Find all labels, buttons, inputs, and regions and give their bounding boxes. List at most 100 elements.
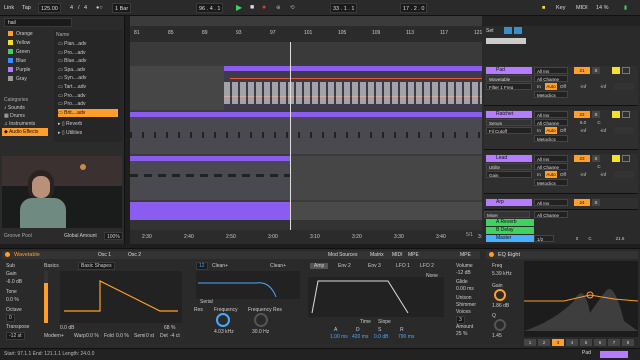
tempo-field[interactable]: 125.00: [38, 3, 61, 13]
browser-file-item[interactable]: ▭ Brit....adv: [58, 108, 118, 117]
monitor-off-button[interactable]: Off: [558, 127, 568, 134]
category-audio-effects[interactable]: ◆ Audio Effects: [2, 128, 48, 136]
decay-value[interactable]: 420 ms: [352, 334, 368, 340]
lfo1-tab[interactable]: LFO 1: [396, 263, 410, 269]
frequency-value[interactable]: 4.03 kHz: [214, 329, 234, 335]
eq-band-button[interactable]: 7: [608, 339, 620, 346]
arm-button[interactable]: [612, 155, 620, 162]
arm-button[interactable]: [612, 111, 620, 118]
solo-button[interactable]: S: [592, 199, 600, 206]
overdub-icon[interactable]: ⊕: [276, 3, 281, 13]
eq-band-button[interactable]: 3: [552, 339, 564, 346]
input-type-select[interactable]: All Ins: [534, 111, 568, 118]
lfo2-tab[interactable]: LFO 2: [420, 263, 434, 269]
record-arm-icon[interactable]: [622, 155, 630, 162]
input-channel-select[interactable]: All Channe: [534, 211, 568, 218]
fader-meter[interactable]: [614, 171, 634, 178]
glide-value[interactable]: 0.00 ms: [456, 286, 474, 292]
pan-value[interactable]: 5.0: [574, 119, 592, 126]
frequency-res-knob[interactable]: [254, 313, 268, 327]
link-button[interactable]: Link: [4, 3, 14, 13]
folder-reverb[interactable]: ▸ ▯ Reverb: [58, 120, 82, 128]
browser-file-item[interactable]: ▭ Pro....adv: [58, 49, 86, 57]
osc1-tab[interactable]: Osc 1: [98, 251, 111, 259]
category-instruments[interactable]: ♫ Instruments: [4, 120, 35, 128]
semi-value[interactable]: 0 st: [146, 333, 154, 339]
browser-search-input[interactable]: hail: [4, 18, 72, 27]
monitor-off-button[interactable]: Off: [558, 171, 568, 178]
output-select[interactable]: Metoclics: [534, 91, 568, 98]
eq-band-button[interactable]: 1: [524, 339, 536, 346]
color-item-gray[interactable]: Gray: [8, 75, 27, 83]
param-select[interactable]: Gain: [486, 171, 532, 178]
metronome-icon[interactable]: ●○: [96, 3, 103, 13]
loop-length-field[interactable]: 17 . 2 . 0: [400, 3, 428, 13]
osc-gain-value[interactable]: 0.0 dB: [60, 325, 74, 331]
filter1-type[interactable]: Clean+: [212, 263, 228, 269]
groove-pool-label[interactable]: Groove Pool: [4, 232, 32, 240]
filter1-number[interactable]: 12: [196, 262, 208, 270]
monitor-auto-button[interactable]: Auto: [545, 127, 557, 134]
track-activator[interactable]: 22: [574, 111, 590, 118]
position-field[interactable]: 96 . 4 . 1: [196, 3, 224, 13]
osc-position-slider[interactable]: [44, 271, 48, 323]
arrangement-view-icon[interactable]: [504, 27, 512, 34]
tap-button[interactable]: Tap: [22, 3, 31, 13]
fader-meter[interactable]: [614, 127, 634, 134]
device-power-icon[interactable]: [5, 252, 10, 257]
volume-value[interactable]: -inf: [574, 171, 592, 178]
monitor-in-button[interactable]: In: [534, 171, 544, 178]
fx-mode-select[interactable]: Modern+: [44, 333, 64, 339]
transpose-value[interactable]: -12 st: [6, 332, 25, 340]
monitor-auto-button[interactable]: Auto: [545, 171, 557, 178]
midi-tab[interactable]: MIDI: [392, 251, 403, 259]
category-sounds[interactable]: ♪ Sounds: [4, 104, 25, 112]
input-type-select[interactable]: All Ins: [534, 67, 568, 74]
fader-meter[interactable]: [614, 83, 634, 90]
eq-spectrum-display[interactable]: [524, 261, 639, 337]
master-output-select[interactable]: 1/2: [534, 235, 554, 242]
loop-start-field[interactable]: 33 . 1 . 1: [330, 3, 358, 13]
param-select[interactable]: Fil Cutoff: [486, 127, 532, 134]
volume-value[interactable]: -12 dB: [456, 270, 471, 276]
color-item-orange[interactable]: Orange: [8, 30, 33, 38]
arm-button[interactable]: [612, 67, 620, 74]
key-map-icon[interactable]: ■: [542, 3, 545, 13]
master-value[interactable]: 0: [572, 235, 582, 242]
browser-file-item[interactable]: ▭ Pian...adv: [58, 40, 86, 48]
attack-value[interactable]: 1.00 ms: [330, 334, 348, 340]
envelope-display[interactable]: [308, 277, 444, 317]
sig-den[interactable]: 4: [84, 3, 87, 13]
stop-icon[interactable]: ■: [250, 3, 254, 13]
monitor-in-button[interactable]: In: [534, 83, 544, 90]
filter-response-display[interactable]: [196, 271, 300, 299]
track-name-button[interactable]: Lead: [486, 155, 532, 162]
eq-band-button[interactable]: 4: [566, 339, 578, 346]
track-name-button[interactable]: Pad: [486, 67, 532, 74]
output-select[interactable]: Metoclics: [534, 135, 568, 142]
eq-band-button[interactable]: 6: [594, 339, 606, 346]
track-activator[interactable]: 24: [574, 199, 590, 206]
solo-button[interactable]: S: [592, 111, 600, 118]
return-track-a[interactable]: A Reverb: [486, 219, 534, 226]
wavetable-title[interactable]: Wavetable: [14, 251, 40, 259]
frequency-res-value[interactable]: 30.0 Hz: [252, 329, 269, 335]
track-activator[interactable]: 23: [574, 155, 590, 162]
device-select[interactable]: Utility: [486, 163, 532, 170]
key-map-button[interactable]: Key: [556, 3, 565, 13]
arp-clip[interactable]: [130, 202, 290, 220]
color-item-blue[interactable]: Blue: [8, 57, 26, 65]
eq-band-button[interactable]: 8: [622, 339, 634, 346]
loop-icon[interactable]: ⟲: [290, 3, 295, 13]
det-value[interactable]: -4 ct: [170, 333, 180, 339]
input-channel-select[interactable]: All Channe: [534, 163, 568, 170]
eq-band-button[interactable]: 2: [538, 339, 550, 346]
eq-title[interactable]: EQ Eight: [498, 251, 520, 259]
matrix-tab[interactable]: Matrix: [370, 251, 384, 259]
device-select[interactable]: Serum: [486, 119, 532, 126]
input-channel-select[interactable]: All Channe: [534, 119, 568, 126]
device-select[interactable]: Mixer: [484, 211, 530, 218]
record-arm-icon[interactable]: [622, 67, 630, 74]
eq-power-icon[interactable]: [489, 252, 494, 257]
osc2-tab[interactable]: Osc 2: [128, 251, 141, 259]
